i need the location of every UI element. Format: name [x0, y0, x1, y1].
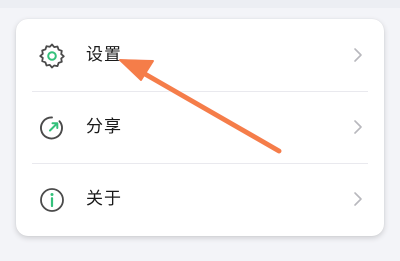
menu-item-about[interactable]: 关于 [16, 163, 384, 235]
top-strip [0, 0, 400, 8]
menu-item-share[interactable]: 分享 [16, 91, 384, 163]
chevron-right-icon [354, 120, 362, 134]
menu-item-label: 设置 [86, 45, 122, 65]
menu-item-label: 关于 [86, 189, 122, 209]
settings-screen: 设置 分享 关于 [0, 0, 400, 261]
chevron-right-icon [354, 192, 362, 206]
info-icon [40, 188, 64, 212]
menu-item-settings[interactable]: 设置 [16, 19, 384, 91]
menu-item-label: 分享 [86, 117, 122, 137]
gear-icon [39, 43, 65, 69]
share-icon [40, 116, 63, 140]
menu-card: 设置 分享 关于 [16, 19, 384, 236]
chevron-right-icon [354, 48, 362, 62]
